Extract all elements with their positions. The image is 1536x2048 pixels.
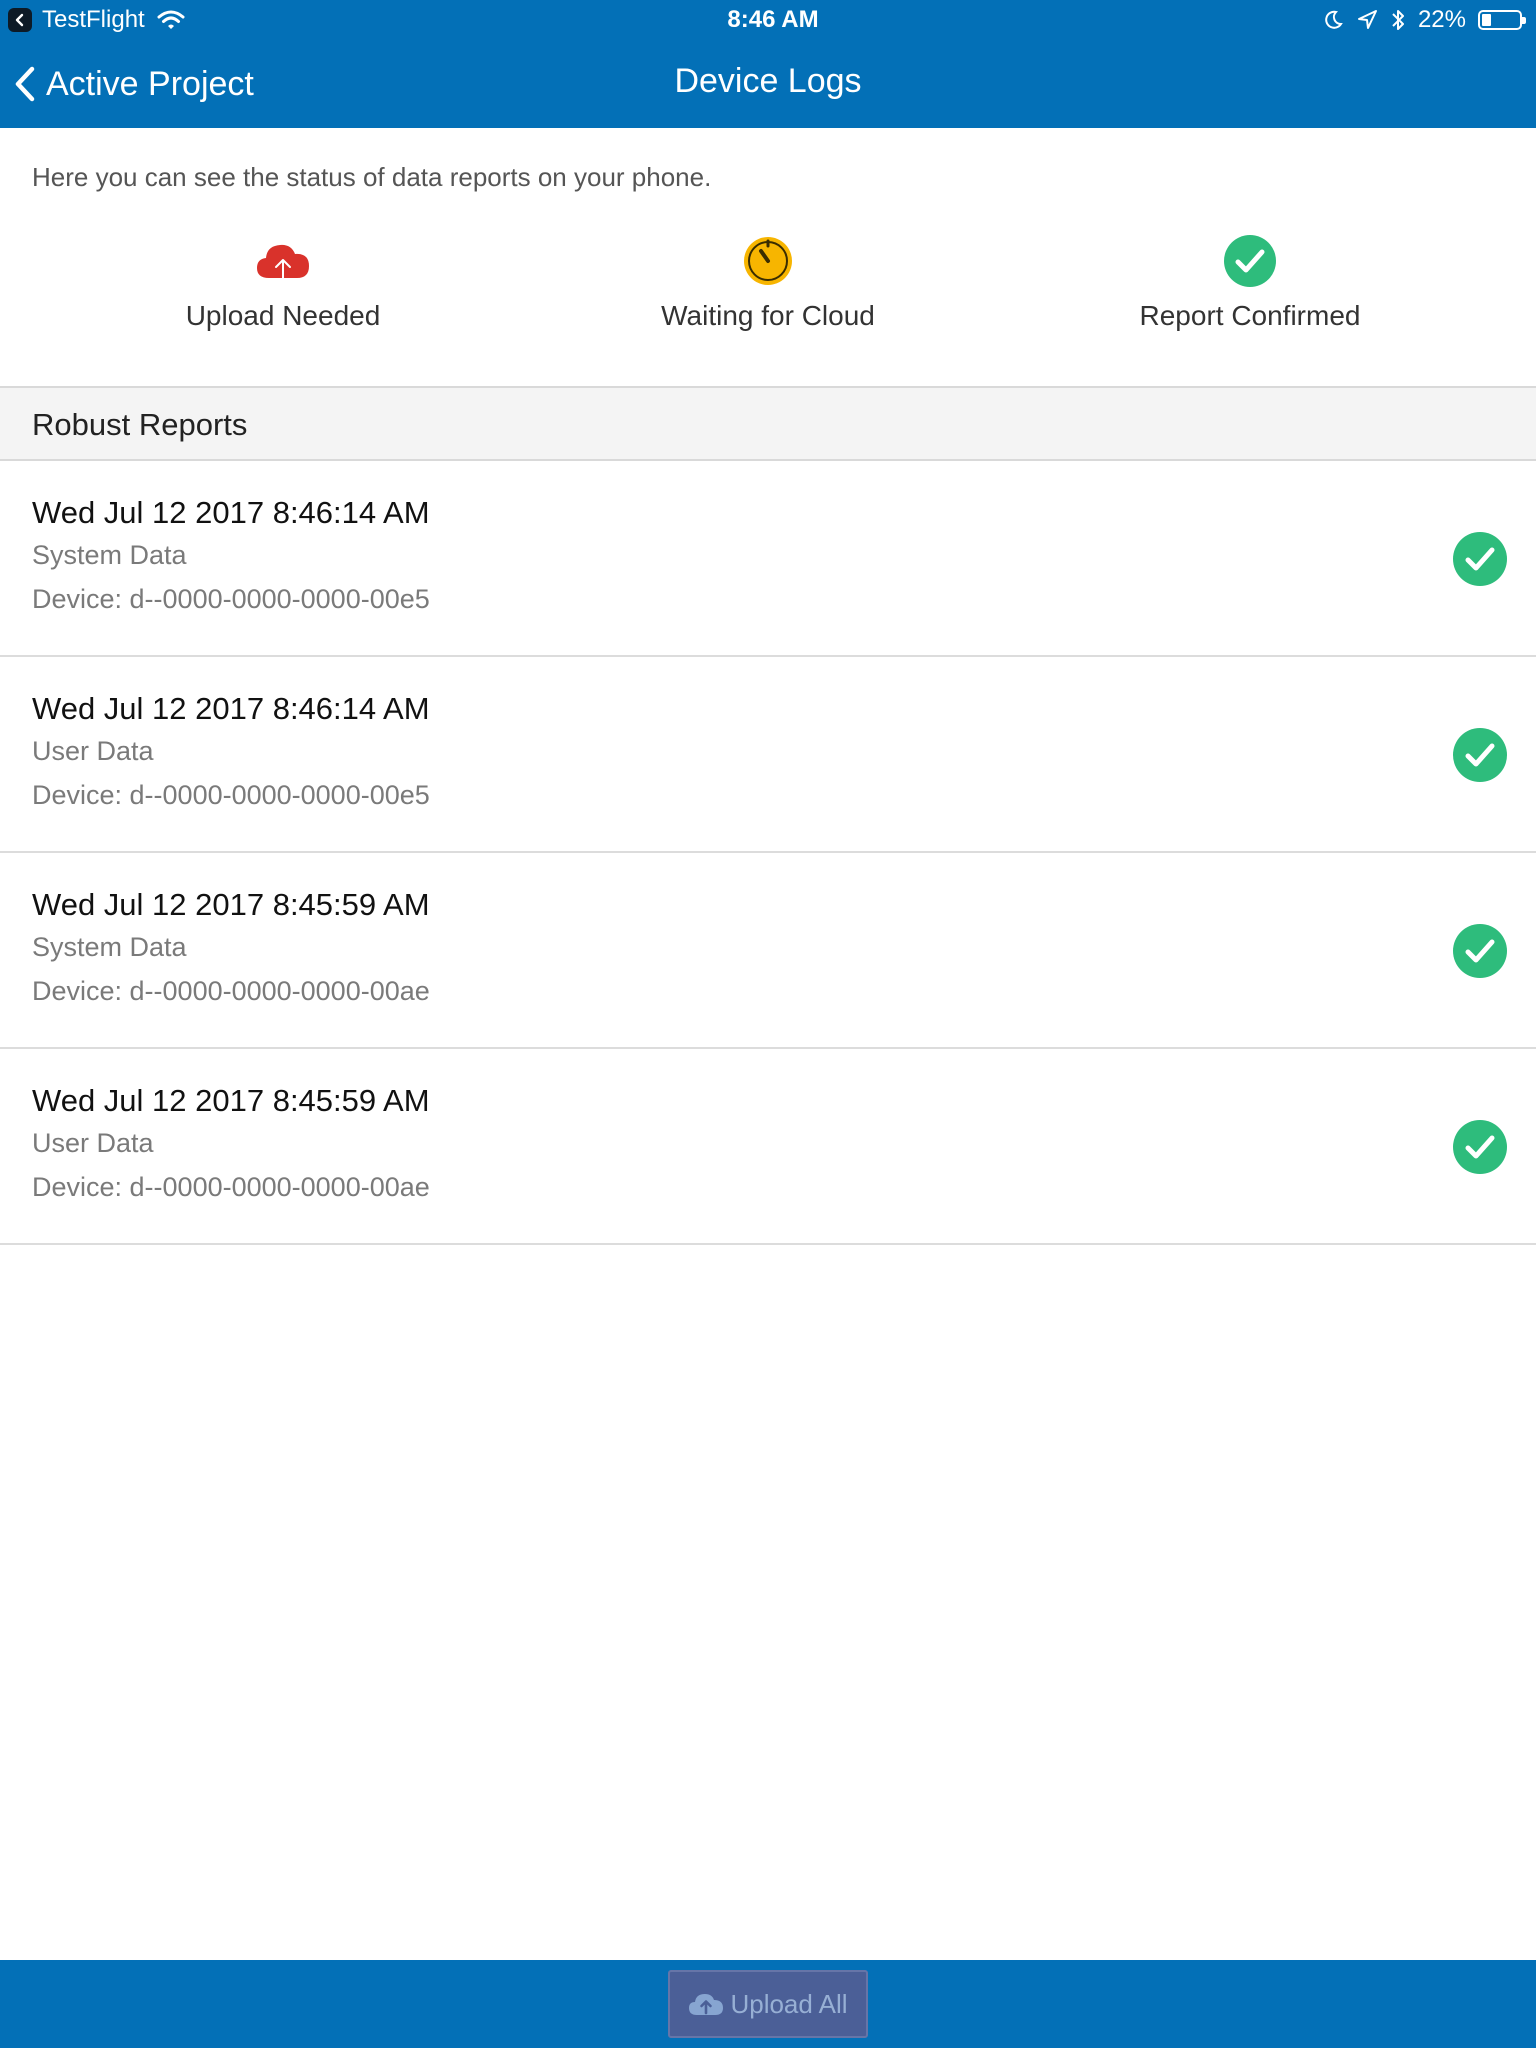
upload-all-button[interactable]: Upload All [668, 1970, 868, 2038]
cloud-upload-icon [257, 244, 309, 283]
section-header: Robust Reports [0, 388, 1536, 461]
battery-icon [1478, 10, 1526, 30]
legend-report-confirmed: Report Confirmed [1050, 232, 1450, 332]
upload-all-label: Upload All [730, 1988, 848, 2019]
report-type: User Data [32, 736, 154, 766]
check-circle-icon [1453, 532, 1507, 586]
report-row[interactable]: Wed Jul 12 2017 8:46:14 AM User Data Dev… [0, 657, 1536, 853]
legend-label: Upload Needed [185, 300, 381, 331]
report-list: Wed Jul 12 2017 8:46:14 AM System Data D… [0, 461, 1536, 1245]
device-logs-screen: TestFlight 8:46 AM 22% Active Project De… [0, 0, 1536, 2048]
report-timestamp: Wed Jul 12 2017 8:46:14 AM [32, 495, 430, 530]
nav-bar: Active Project Device Logs [0, 40, 1536, 128]
moon-icon [1325, 10, 1343, 29]
legend-waiting-for-cloud: Waiting for Cloud [568, 232, 968, 332]
check-circle-icon [1453, 1120, 1507, 1174]
battery-percentage: 22% [1417, 6, 1466, 33]
bluetooth-icon [1392, 10, 1404, 30]
check-circle-icon [1453, 924, 1507, 978]
cloud-upload-icon [689, 1994, 724, 2015]
report-row[interactable]: Wed Jul 12 2017 8:45:59 AM User Data Dev… [0, 1049, 1536, 1245]
bottom-toolbar: Upload All [0, 1960, 1536, 2048]
legend-upload-needed: Upload Needed [83, 232, 483, 332]
report-type: System Data [32, 540, 187, 570]
location-arrow-icon [1357, 10, 1377, 29]
check-circle-icon [1453, 728, 1507, 782]
check-circle-icon [1224, 235, 1276, 287]
report-device: Device: d--0000-0000-0000-00e5 [32, 584, 430, 614]
report-device: Device: d--0000-0000-0000-00ae [32, 1172, 430, 1202]
page-title: Device Logs [674, 62, 862, 100]
report-timestamp: Wed Jul 12 2017 8:45:59 AM [32, 887, 430, 922]
report-type: User Data [32, 1128, 154, 1158]
status-legend: Upload Needed Waiting for Cloud Report C… [0, 232, 1536, 342]
report-device: Device: d--0000-0000-0000-00ae [32, 976, 430, 1006]
legend-label: Waiting for Cloud [661, 300, 875, 331]
status-bar: TestFlight 8:46 AM 22% [0, 0, 1536, 40]
top-bar: TestFlight 8:46 AM 22% Active Project De… [0, 0, 1536, 128]
status-time: 8:46 AM [727, 6, 819, 33]
legend-label: Report Confirmed [1139, 300, 1361, 331]
report-type: System Data [32, 932, 187, 962]
timer-icon [744, 237, 792, 285]
status-right: 22% [1322, 6, 1526, 34]
report-row[interactable]: Wed Jul 12 2017 8:46:14 AM System Data D… [0, 461, 1536, 657]
report-device: Device: d--0000-0000-0000-00e5 [32, 780, 430, 810]
section-title: Robust Reports [32, 407, 248, 442]
report-timestamp: Wed Jul 12 2017 8:45:59 AM [32, 1083, 430, 1118]
report-timestamp: Wed Jul 12 2017 8:46:14 AM [32, 691, 430, 726]
report-row[interactable]: Wed Jul 12 2017 8:45:59 AM System Data D… [0, 853, 1536, 1049]
intro-text: Here you can see the status of data repo… [32, 162, 712, 192]
